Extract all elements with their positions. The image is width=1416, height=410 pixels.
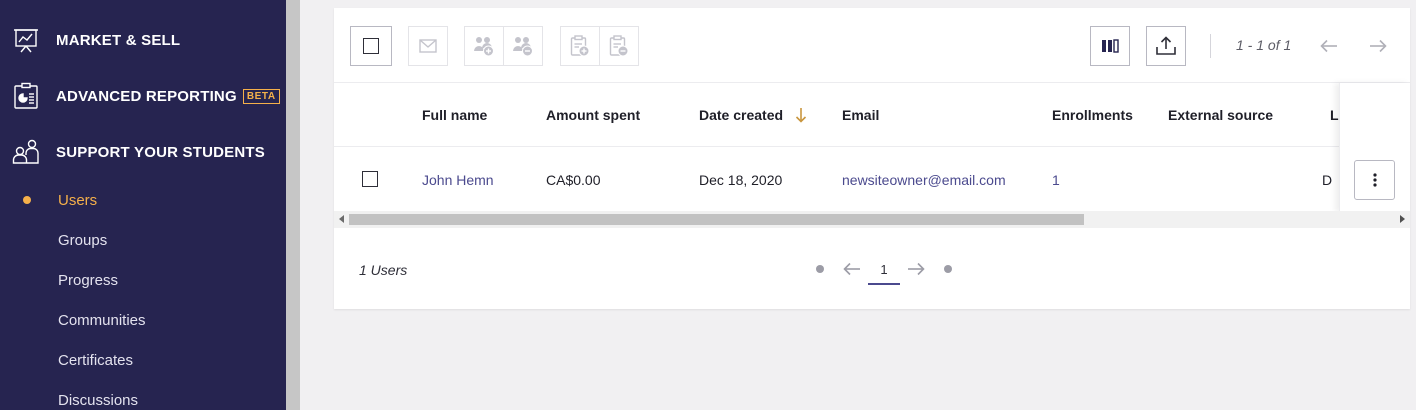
group-remove-icon bbox=[513, 37, 533, 57]
column-header-date-created[interactable]: Date created bbox=[699, 107, 807, 123]
nav-support-students[interactable]: SUPPORT YOUR STUDENTS bbox=[0, 132, 286, 172]
sidebar-item-progress[interactable]: Progress bbox=[58, 272, 118, 289]
sidebar-item-groups[interactable]: Groups bbox=[58, 232, 107, 249]
upload-export-icon bbox=[1156, 36, 1176, 55]
users-table-card: 1 - 1 of 1 Full name Amount spent Date c… bbox=[334, 8, 1410, 309]
arrow-right-icon bbox=[1370, 39, 1387, 53]
prev-page-button[interactable] bbox=[1317, 34, 1341, 58]
cell-truncated: D bbox=[1322, 172, 1333, 188]
column-header-amount-spent[interactable]: Amount spent bbox=[546, 107, 640, 123]
cell-enrollments-link[interactable]: 1 bbox=[1052, 172, 1060, 188]
row-checkbox[interactable] bbox=[362, 171, 378, 187]
columns-button[interactable] bbox=[1090, 26, 1130, 66]
user-email-link[interactable]: newsiteowner@email.com bbox=[842, 172, 1006, 188]
user-full-name-link[interactable]: John Hemn bbox=[422, 172, 494, 188]
table-row: John Hemn CA$0.00 Dec 18, 2020 newsiteow… bbox=[334, 147, 1410, 211]
column-header-email[interactable]: Email bbox=[842, 107, 879, 123]
sort-descending-icon bbox=[795, 108, 807, 123]
toolbar-divider bbox=[1210, 34, 1211, 58]
active-indicator-dot bbox=[23, 196, 31, 204]
nav-section-label: MARKET & SELL bbox=[56, 31, 181, 49]
arrow-left-icon bbox=[843, 262, 860, 276]
clipboard-remove-icon bbox=[609, 35, 629, 57]
current-page-number[interactable]: 1 bbox=[868, 259, 900, 285]
arrow-right-icon bbox=[908, 262, 925, 276]
sidebar: MARKET & SELL ADVANCED REPORTING BETA SU… bbox=[0, 0, 286, 410]
checkbox-square bbox=[363, 38, 379, 54]
pagination-range: 1 - 1 of 1 bbox=[1236, 37, 1292, 53]
nav-section-label: ADVANCED REPORTING BETA bbox=[56, 88, 280, 105]
add-to-group-button[interactable] bbox=[464, 26, 504, 66]
sidebar-item-certificates[interactable]: Certificates bbox=[58, 352, 133, 369]
footer-prev-page-button[interactable] bbox=[842, 259, 862, 279]
sidebar-scrollbar[interactable] bbox=[286, 0, 300, 410]
clipboard-add-icon bbox=[570, 35, 590, 57]
sidebar-item-communities[interactable]: Communities bbox=[58, 312, 146, 329]
students-icon bbox=[12, 138, 40, 166]
scroll-right-arrow-icon[interactable] bbox=[1400, 215, 1405, 223]
columns-icon bbox=[1102, 39, 1119, 53]
column-header-enrollments[interactable]: Enrollments bbox=[1052, 107, 1133, 123]
sidebar-item-discussions[interactable]: Discussions bbox=[58, 392, 138, 409]
nav-advanced-reporting[interactable]: ADVANCED REPORTING BETA bbox=[0, 76, 286, 116]
enroll-course-button[interactable] bbox=[560, 26, 600, 66]
scroll-left-arrow-icon[interactable] bbox=[339, 215, 344, 223]
nav-market-sell[interactable]: MARKET & SELL bbox=[0, 20, 286, 60]
nav-section-label: SUPPORT YOUR STUDENTS bbox=[56, 143, 265, 161]
row-actions-button[interactable] bbox=[1354, 160, 1395, 200]
remove-from-group-button[interactable] bbox=[503, 26, 543, 66]
group-add-icon bbox=[474, 37, 494, 57]
cell-date-created: Dec 18, 2020 bbox=[699, 172, 783, 188]
first-page-dot[interactable] bbox=[816, 265, 824, 273]
table-horizontal-scrollbar[interactable] bbox=[334, 211, 1410, 228]
column-header-external-source[interactable]: External source bbox=[1168, 107, 1273, 123]
users-count: 1 Users bbox=[359, 262, 408, 278]
unenroll-course-button[interactable] bbox=[599, 26, 639, 66]
more-vertical-icon bbox=[1372, 173, 1377, 187]
table-header-row: Full name Amount spent Date created Emai… bbox=[334, 82, 1410, 147]
arrow-left-icon bbox=[1320, 39, 1337, 53]
scrollbar-thumb[interactable] bbox=[349, 214, 1084, 225]
export-button[interactable] bbox=[1146, 26, 1186, 66]
cell-amount-spent: CA$0.00 bbox=[546, 172, 601, 188]
envelope-icon bbox=[419, 39, 437, 53]
sidebar-item-users[interactable]: Users bbox=[58, 192, 97, 209]
select-all-checkbox[interactable] bbox=[350, 26, 392, 66]
presentation-chart-icon bbox=[12, 26, 40, 54]
sticky-actions-column bbox=[1339, 83, 1410, 212]
column-header-full-name[interactable]: Full name bbox=[422, 107, 487, 123]
send-email-button[interactable] bbox=[408, 26, 448, 66]
footer-next-page-button[interactable] bbox=[906, 259, 926, 279]
clipboard-report-icon bbox=[12, 82, 40, 110]
column-header-truncated[interactable]: L bbox=[1330, 107, 1339, 123]
beta-badge: BETA bbox=[242, 88, 280, 104]
next-page-button[interactable] bbox=[1366, 34, 1390, 58]
last-page-dot[interactable] bbox=[944, 265, 952, 273]
